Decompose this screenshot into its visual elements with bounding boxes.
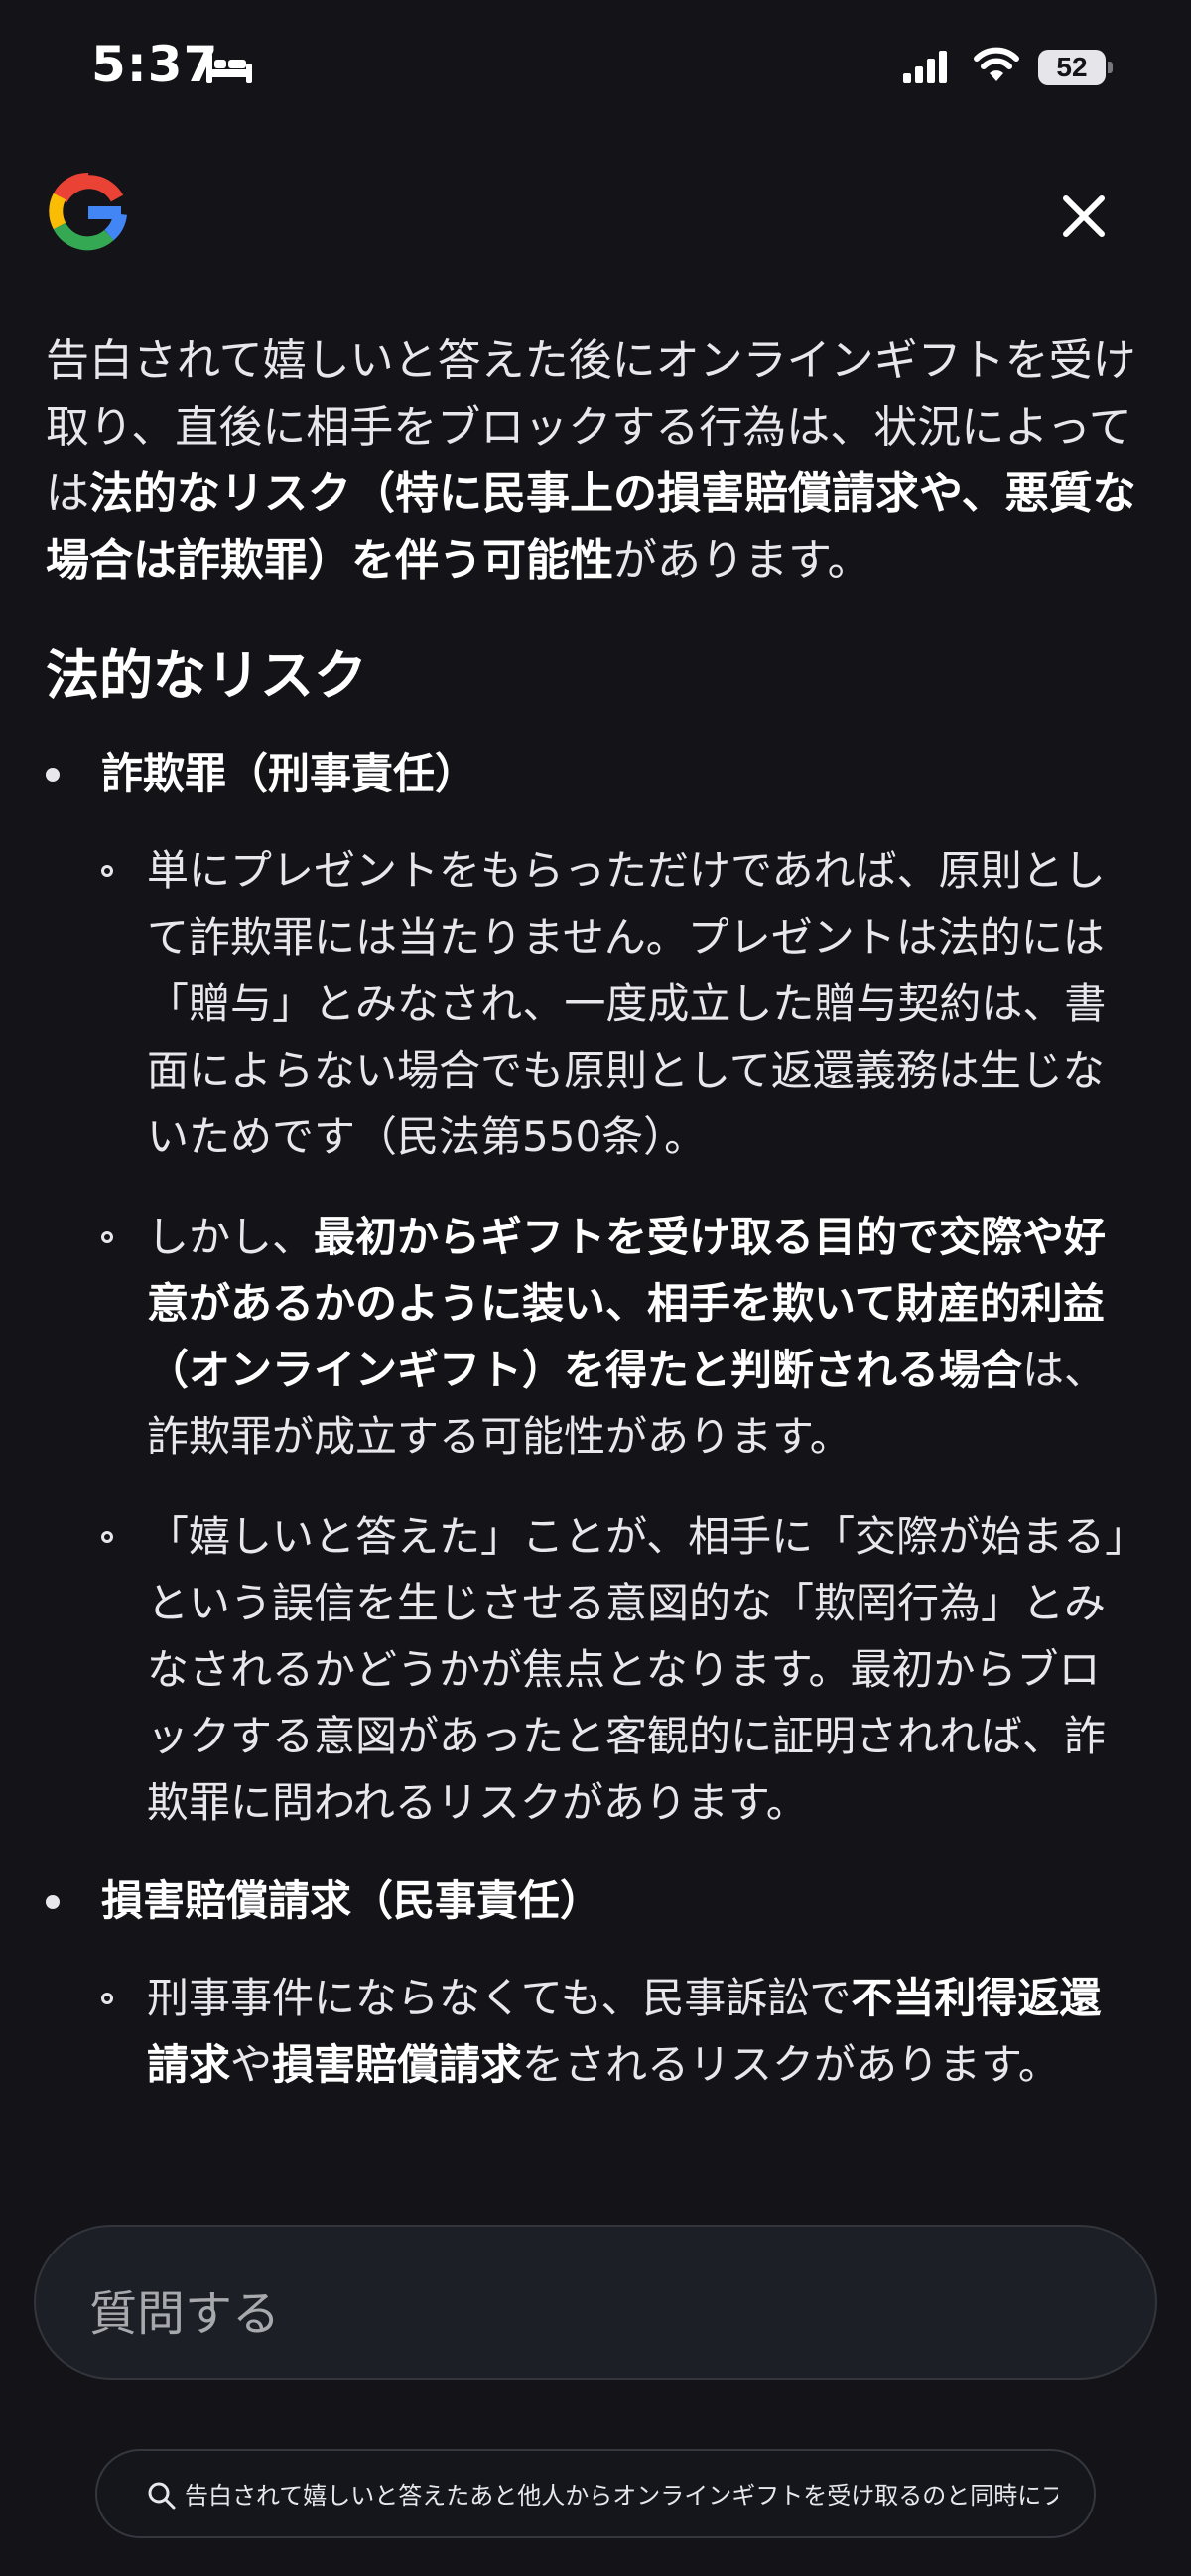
wifi-icon — [974, 47, 1019, 81]
bullet-dot — [46, 1895, 60, 1909]
sub-item-text: 刑事事件にならなくても、民事訴訟で — [147, 1974, 852, 2022]
battery-indicator: 52 — [1038, 50, 1113, 85]
suggestion-text: 告白されて嬉しいと答えたあと他人からオンラインギフトを受け取るのと同時にブ — [185, 2482, 1058, 2510]
cellular-signal-icon — [903, 51, 947, 83]
intro-bold-text: 法的なリスク（特に民事上の損害賠償請求や、悪質な場合は詐欺罪）を伴う可能性 — [46, 468, 1136, 585]
bullet-fraud: 詐欺罪（刑事責任） 単にプレゼントをもらっただけであれば、原則として詐欺罪には当… — [46, 742, 1137, 1836]
sub-bullet-dot — [101, 1993, 113, 2004]
sub-bullet-dot — [101, 1531, 113, 1543]
status-bar: 5:37 52 — [0, 0, 1191, 139]
sub-item-bold: 損害賠償請求 — [272, 2040, 523, 2089]
answer-content: 告白されて嬉しいと答えた後にオンラインギフトを受け取り、直後に相手をブロックする… — [46, 327, 1137, 2191]
bullet-title: 損害賠償請求（民事責任） — [101, 1876, 602, 1925]
intro-text-end: があります。 — [613, 535, 871, 585]
sub-item-text: しかし、 — [147, 1213, 315, 1261]
sub-item: 刑事事件にならなくても、民事訴訟で不当利得返還請求や損害賠償請求をされるリスクが… — [101, 1965, 1137, 2098]
section-title: 法的なリスク — [46, 644, 367, 707]
sub-item-text: 単にプレゼントをもらっただけであれば、原則として詐欺罪には当たりません。プレゼン… — [147, 846, 1107, 1161]
bullet-damages: 損害賠償請求（民事責任） 刑事事件にならなくても、民事訴訟で不当利得返還請求や損… — [46, 1869, 1137, 2098]
sub-bullet-dot — [101, 865, 113, 877]
bullet-dot — [46, 768, 60, 782]
bed-icon — [206, 54, 252, 83]
question-input-placeholder: 質問する — [89, 2286, 281, 2342]
sub-item-text: や — [230, 2040, 273, 2089]
question-input[interactable]: 質問する — [34, 2225, 1157, 2380]
battery-level: 52 — [1038, 50, 1106, 85]
search-icon — [148, 2482, 176, 2510]
google-g-icon — [49, 173, 127, 253]
battery-tip — [1108, 62, 1113, 73]
bullet-title: 詐欺罪（刑事責任） — [101, 749, 477, 798]
sub-item: 単にプレゼントをもらっただけであれば、原則として詐欺罪には当たりません。プレゼン… — [101, 837, 1137, 1170]
sub-item: 「嬉しいと答えた」ことが、相手に「交際が始まる」という誤信を生じさせる意図的な「… — [101, 1503, 1137, 1836]
sub-item: しかし、最初からギフトを受け取る目的で交際や好意があるかのように装い、相手を欺い… — [101, 1204, 1137, 1470]
status-time: 5:37 — [91, 36, 219, 93]
sub-item-text: 「嬉しいと答えた」ことが、相手に「交際が始まる」という誤信を生じさせる意図的な「… — [147, 1512, 1126, 1827]
sub-item-text: をされるリスクがあります。 — [522, 2040, 1060, 2089]
close-button[interactable] — [1052, 185, 1116, 248]
sub-bullet-dot — [101, 1231, 113, 1243]
header — [0, 149, 1191, 278]
answer-intro: 告白されて嬉しいと答えた後にオンラインギフトを受け取り、直後に相手をブロックする… — [46, 327, 1137, 593]
suggestion-chip[interactable]: 告白されて嬉しいと答えたあと他人からオンラインギフトを受け取るのと同時にブ — [95, 2449, 1096, 2538]
